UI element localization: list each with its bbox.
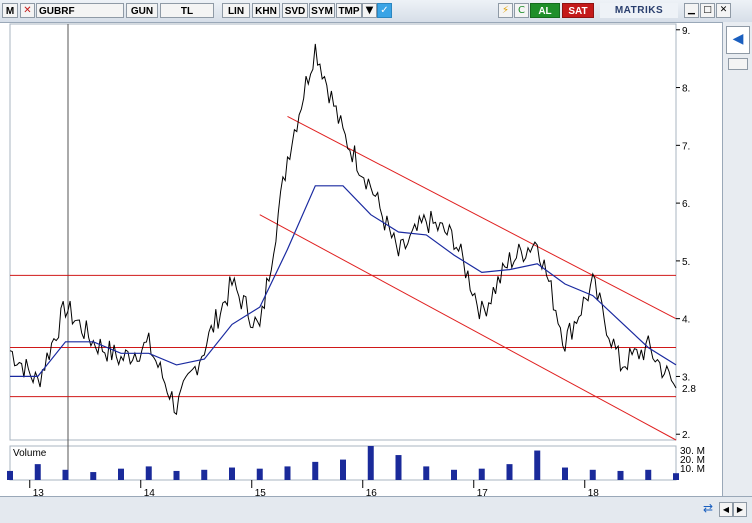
toolbar: M ✕ GUBRF GUN TL LIN KHN SVD SYM TMP ▼ ✓… [0,0,752,23]
khn-button[interactable]: KHN [252,3,280,18]
minimize-icon[interactable]: ▁ [684,3,699,18]
twitter-icon[interactable]: ✓ [377,3,392,18]
volume-label: Volume [13,448,47,459]
x-tick-label: 17 [477,488,489,496]
volume-bar [312,461,319,480]
period-button[interactable]: GUN [126,3,158,18]
price-chart[interactable]: 2.3.4.5.6.7.8.9.2.8Volume 30. M20. M10. M… [0,22,722,496]
volume-bar [118,468,124,480]
x-tick-label: 14 [144,488,156,496]
volume-bar [284,466,291,480]
last-value-label: 2.8 [682,384,696,395]
y-tick-label: 8. [682,84,690,95]
volume-bar [645,469,652,480]
y-tick-label: 7. [682,141,690,152]
x-tick-label: 18 [588,488,600,496]
volume-bar [506,464,513,480]
symbol-field[interactable]: GUBRF [36,3,124,18]
status-bar: ⇄ ◀ ▶ [0,496,752,523]
volume-bar [229,467,235,480]
volume-bar [589,469,596,480]
scroll-right-icon[interactable]: ▶ [733,502,747,517]
volume-bar [534,450,541,480]
volume-bar [451,469,457,480]
scale-button[interactable]: LIN [222,3,250,18]
volume-bar [562,467,568,480]
volume-tick-label: 10. M [680,464,705,475]
y-tick-label: 6. [682,199,690,210]
sym-button[interactable]: SYM [309,3,335,18]
y-tick-label: 9. [682,26,690,37]
y-tick-label: 2. [682,430,690,441]
currency-button[interactable]: TL [160,3,214,18]
volume-bar [423,466,430,480]
volume-bar [62,469,69,480]
volume-bar [34,464,41,480]
volume-bar [340,459,346,480]
y-tick-label: 3. [682,372,690,383]
volume-bar [367,446,374,480]
sell-button[interactable]: SAT [562,3,594,18]
volume-bar [173,470,180,480]
volume-bar [256,468,263,480]
volume-bar [7,470,13,480]
flash-icon[interactable]: ⚡ [498,3,513,18]
matriks-menu-button[interactable]: M [2,3,18,18]
y-tick-label: 5. [682,257,690,268]
scroll-left-icon[interactable]: ◀ [719,502,733,517]
buy-button[interactable]: AL [530,3,560,18]
brand-logo: MATRIKS [600,3,678,18]
y-tick-label: 4. [682,315,690,326]
panel-toggle-icon[interactable] [728,58,748,70]
x-tick-label: 15 [255,488,267,496]
sync-icon[interactable]: ⇄ [700,501,716,517]
x-tick-label: 16 [366,488,378,496]
tmp-button[interactable]: TMP [336,3,362,18]
close-symbol-icon[interactable]: ✕ [20,3,35,18]
volume-bar [201,469,208,480]
dropdown-arrow-icon[interactable]: ▼ [362,3,377,18]
volume-bar [145,466,152,480]
volume-bar [673,473,679,480]
chart-area[interactable]: 2. 3. 4. 5. 6. 7. 8. 9. 2.8 Volume 30. M 20. M 10. M… [0,22,752,522]
refresh-button[interactable]: C [514,3,529,18]
volume-bar [395,455,402,480]
volume-bar [478,468,485,480]
close-window-icon[interactable]: ✕ [716,3,731,18]
svd-button[interactable]: SVD [282,3,308,18]
volume-bar [90,472,97,480]
side-panel: ◀ [722,22,752,500]
maximize-icon[interactable]: □ [700,3,715,18]
collapse-arrow-icon[interactable]: ◀ [726,26,750,54]
volume-bar [617,470,624,480]
x-tick-label: 13 [33,488,45,496]
price-plot-frame [9,23,677,441]
